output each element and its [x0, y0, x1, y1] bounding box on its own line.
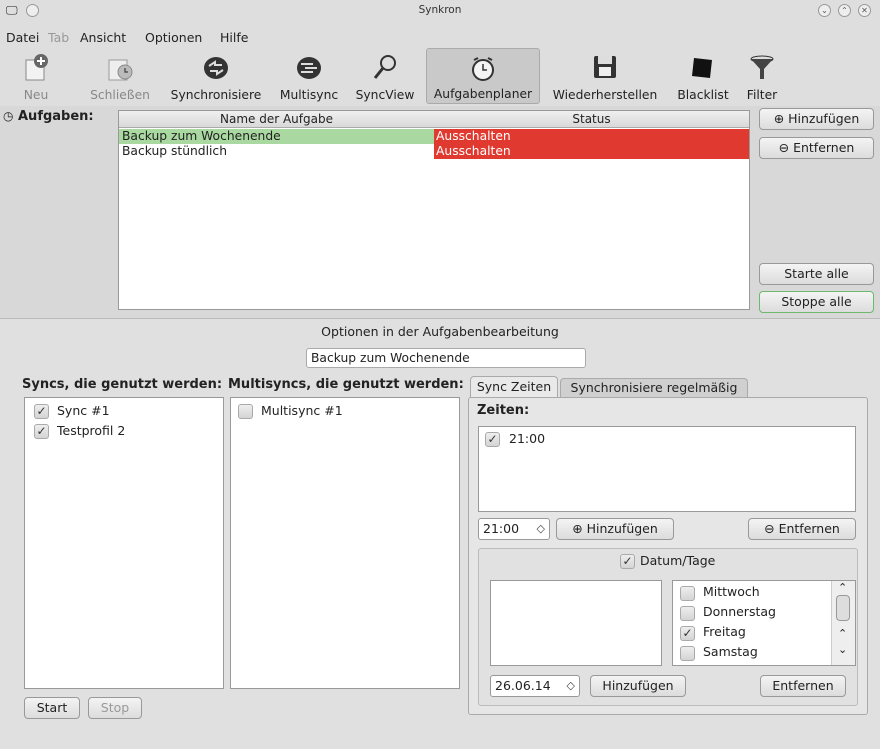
dates-list[interactable] [490, 580, 662, 666]
scroll-down-icon[interactable]: ⌄ [838, 643, 847, 656]
task-name-field[interactable]: Backup zum Wochenende [306, 348, 586, 368]
multisync-button[interactable]: Multisync [274, 48, 344, 104]
menu-tab[interactable]: Tab [48, 30, 69, 45]
filter-button[interactable]: Filter [740, 48, 784, 104]
maximize-icon[interactable]: ⌃ [838, 4, 851, 17]
synchronize-icon [204, 57, 228, 79]
menu-datei[interactable]: Datei [6, 30, 39, 45]
date-group-label: Datum/Tage [640, 553, 716, 568]
options-title: Optionen in der Aufgabenbearbeitung [321, 324, 559, 339]
checkbox[interactable] [680, 586, 695, 601]
list-item: Testprofil 2 [57, 423, 126, 438]
plus-icon: ⊕ [773, 111, 789, 126]
stop-button[interactable]: Stop [88, 697, 142, 719]
title-bar: 🖵 Synkron ⌄ ⌃ ✕ [0, 0, 880, 22]
task-status: Ausschalten [434, 144, 749, 159]
blacklist-button[interactable]: Blacklist [672, 48, 734, 104]
toolbar: Neu Schließen Synchronisiere Multisync S… [0, 48, 880, 106]
close-tab-icon [108, 59, 133, 81]
magnifier-icon [373, 55, 396, 79]
start-all-button[interactable]: Starte alle [759, 263, 874, 285]
remove-time-button[interactable]: ⊖ Entfernen [748, 518, 856, 540]
task-table[interactable]: Name der Aufgabe Status Backup zum Woche… [118, 110, 750, 310]
menu-hilfe[interactable]: Hilfe [220, 30, 248, 45]
restore-button[interactable]: Wiederherstellen [546, 48, 664, 104]
synchronize-button[interactable]: Synchronisiere [168, 48, 264, 104]
funnel-icon [750, 55, 774, 79]
close-tab-button[interactable]: Schließen [80, 48, 160, 104]
task-name: Backup stündlich [122, 144, 227, 158]
scrollbar-thumb[interactable] [836, 595, 850, 621]
syncs-list[interactable]: ✓ Sync #1 ✓ Testprofil 2 [24, 397, 224, 689]
checkbox[interactable]: ✓ [34, 404, 49, 419]
list-item: Freitag [703, 624, 746, 639]
list-item: 21:00 [509, 431, 546, 446]
add-task-button[interactable]: ⊕ Hinzufügen [759, 108, 874, 130]
scheduler-button[interactable]: Aufgabenplaner [426, 48, 540, 104]
task-name: Backup zum Wochenende [122, 129, 281, 143]
tab-sync-zeiten[interactable]: Sync Zeiten [470, 376, 558, 398]
checkbox[interactable]: ✓ [485, 432, 500, 447]
multisyncs-list[interactable]: Multisync #1 [230, 397, 460, 689]
list-item: Donnerstag [703, 604, 776, 619]
checkbox[interactable] [238, 404, 253, 419]
date-group-checkbox[interactable]: ✓ [620, 554, 635, 569]
minimize-icon[interactable]: ⌄ [818, 4, 831, 17]
syncs-label: Syncs, die genutzt werden: [22, 377, 223, 392]
checkbox[interactable] [680, 646, 695, 661]
plus-icon: ⊕ [572, 521, 587, 536]
tasks-label: Aufgaben: [18, 109, 94, 124]
column-header-status[interactable]: Status [434, 112, 749, 126]
task-table-header: Name der Aufgabe Status [119, 111, 749, 128]
task-status: Ausschalten [434, 129, 749, 144]
menu-ansicht[interactable]: Ansicht [80, 30, 126, 45]
checkbox[interactable]: ✓ [680, 626, 695, 641]
new-icon [25, 54, 48, 81]
tab-synchronisiere-regelmaessig[interactable]: Synchronisiere regelmäßig [560, 378, 748, 398]
new-button[interactable]: Neu [14, 48, 58, 104]
list-item: Samstag [703, 644, 758, 659]
window-title: Synkron [418, 4, 462, 16]
add-date-button[interactable]: Hinzufügen [590, 675, 686, 697]
days-list[interactable]: Mittwoch Donnerstag ✓ Freitag Samstag ⌃ … [672, 580, 856, 666]
remove-date-button[interactable]: Entfernen [760, 675, 846, 697]
syncview-button[interactable]: SyncView [352, 48, 418, 104]
checkbox[interactable]: ✓ [34, 424, 49, 439]
alarm-clock-icon [472, 57, 494, 81]
list-item: Multisync #1 [261, 403, 343, 418]
times-list[interactable]: ✓ 21:00 [478, 426, 856, 512]
remove-task-button[interactable]: ⊖ Entfernen [759, 137, 874, 159]
date-spinbox[interactable]: 26.06.14 ◇ [490, 675, 580, 697]
blacklist-icon [692, 58, 712, 78]
column-header-name[interactable]: Name der Aufgabe [119, 112, 434, 126]
add-time-button[interactable]: ⊕ Hinzufügen [556, 518, 674, 540]
list-item: Mittwoch [703, 584, 760, 599]
times-label: Zeiten: [477, 403, 530, 418]
menu-bar: Datei Tab Ansicht Optionen Hilfe [0, 22, 880, 48]
days-scrollbar[interactable]: ⌃ ⌃ ⌄ [831, 581, 855, 665]
clock-icon: ◷ [3, 109, 14, 123]
scroll-up-icon[interactable]: ⌃ [838, 627, 847, 640]
close-icon[interactable]: ✕ [858, 4, 871, 17]
table-row[interactable]: Backup stündlich Ausschalten [119, 144, 749, 159]
minus-icon: ⊖ [764, 521, 779, 536]
menu-optionen[interactable]: Optionen [145, 30, 202, 45]
start-button[interactable]: Start [24, 697, 80, 719]
table-row[interactable]: Backup zum Wochenende Ausschalten [119, 129, 749, 144]
floppy-disk-icon [594, 56, 616, 78]
scroll-up-icon[interactable]: ⌃ [838, 581, 847, 594]
minus-icon: ⊖ [778, 140, 794, 155]
spin-arrows-icon[interactable]: ◇ [537, 519, 545, 539]
time-spinbox[interactable]: 21:00 ◇ [478, 518, 550, 540]
multisync-icon [297, 57, 321, 79]
multisyncs-label: Multisyncs, die genutzt werden: [228, 377, 464, 392]
stop-all-button[interactable]: Stoppe alle [759, 291, 874, 313]
spin-arrows-icon[interactable]: ◇ [567, 676, 575, 696]
list-item: Sync #1 [57, 403, 110, 418]
checkbox[interactable] [680, 606, 695, 621]
